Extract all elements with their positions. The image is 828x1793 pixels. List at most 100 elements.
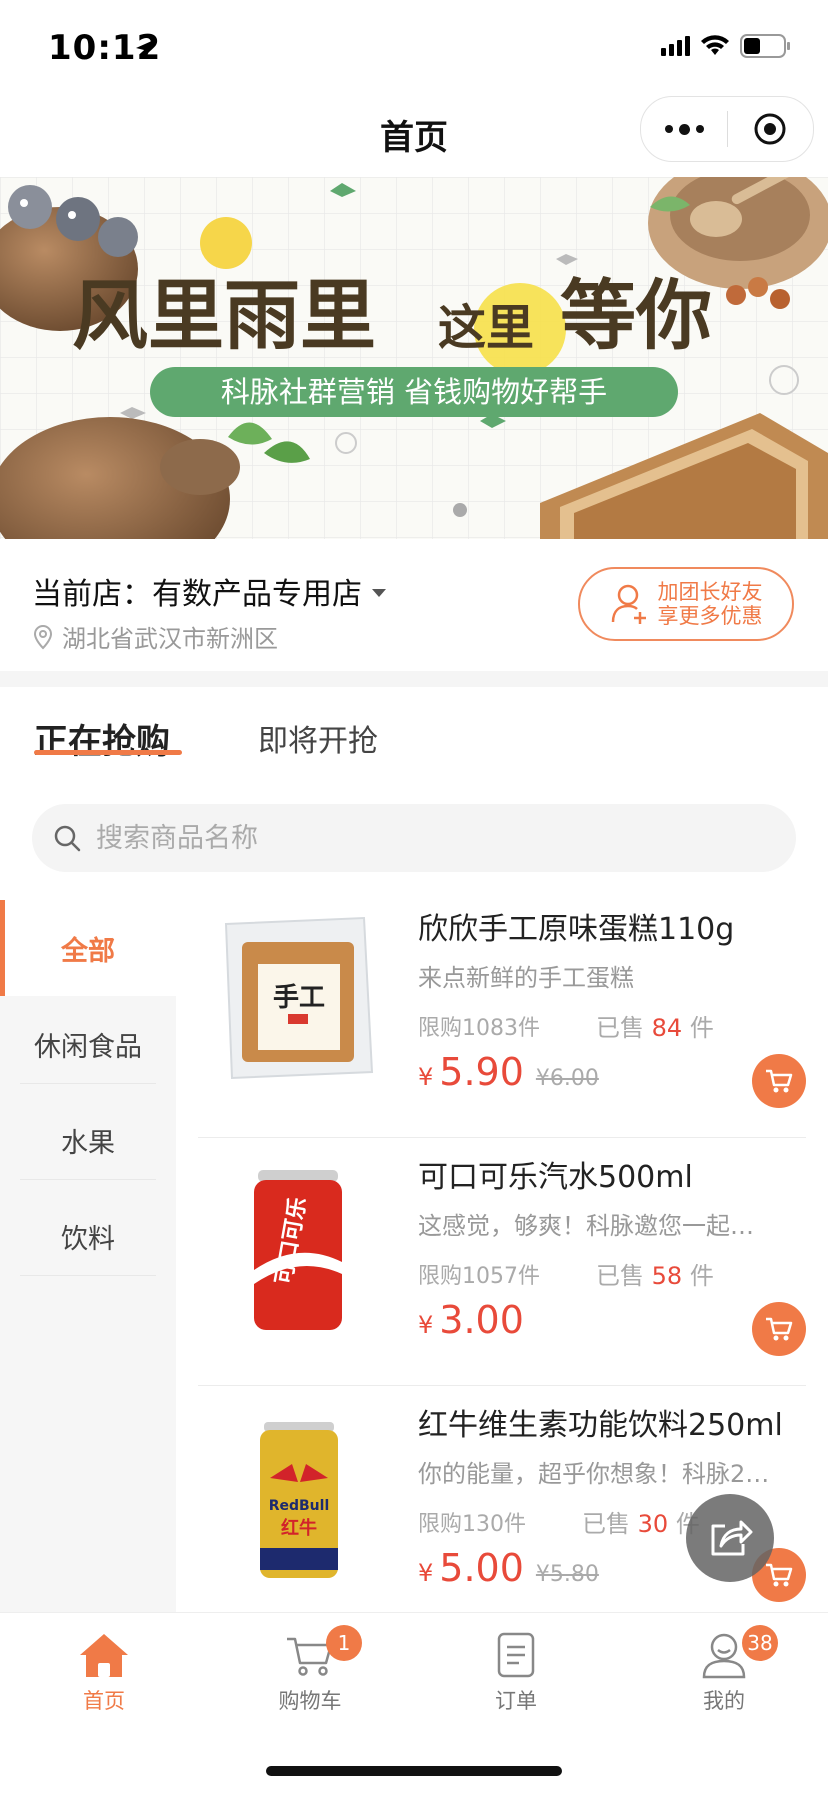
product-desc: 这感觉，够爽！科脉邀您一起…: [418, 1212, 754, 1240]
banner-headline-a: 风里雨里: [72, 271, 376, 360]
more-dot-icon: [664, 125, 673, 133]
category-all[interactable]: 全部: [0, 900, 176, 996]
category-fruit[interactable]: 水果: [0, 1092, 176, 1188]
category-divider: [20, 1083, 156, 1084]
home-indicator: [266, 1766, 562, 1776]
redbull-cn-text: 红牛: [281, 1517, 317, 1539]
home-icon: [80, 1634, 128, 1677]
store-selector[interactable]: 当前店： 有数产品专用店: [32, 569, 386, 613]
sold-count: 58: [651, 1262, 683, 1290]
product-title: 欣欣手工原味蛋糕110g: [418, 912, 735, 947]
product-item[interactable]: 可口可乐 可口可乐汽水500ml 这感觉，够爽！科脉邀您一起… 限购1057件 …: [198, 1138, 806, 1386]
share-icon: [711, 1520, 753, 1556]
category-label: 水果: [61, 1127, 115, 1159]
cart-badge: 1: [326, 1625, 362, 1661]
cake-label-text: 手工: [273, 983, 325, 1013]
section-divider: [0, 671, 828, 687]
tab-on-sale[interactable]: 正在抢购: [34, 714, 170, 763]
product-price: ¥5.00 ¥5.80: [418, 1546, 599, 1590]
add-to-cart-button[interactable]: [752, 1302, 806, 1356]
category-divider: [20, 1179, 156, 1180]
address-text: 湖北省武汉市新洲区: [62, 625, 278, 653]
chevron-down-icon: [372, 589, 386, 597]
search-bar[interactable]: [32, 804, 796, 872]
original-price: ¥6.00: [535, 1066, 599, 1091]
product-limit: 限购130件: [418, 1512, 526, 1537]
tab-label: 购物车: [278, 1689, 342, 1713]
cart-icon: [766, 1069, 793, 1093]
wifi-icon: [701, 35, 729, 55]
join-line-1: 加团长好友: [657, 580, 763, 604]
tab-active-indicator: [34, 750, 182, 755]
category-label: 休闲食品: [34, 1031, 142, 1063]
tab-label: 我的: [703, 1689, 745, 1713]
promo-banner[interactable]: 风里雨里 这里 等你 科脉社群营销 省钱购物好帮手: [0, 177, 828, 539]
search-input[interactable]: [94, 821, 738, 855]
product-image-cola: 可口可乐: [254, 1170, 342, 1330]
banner-slogan: 科脉社群营销 省钱购物好帮手: [221, 375, 607, 409]
sold-suffix: 件: [689, 1014, 714, 1042]
banner-art: 风里雨里 这里 等你 科脉社群营销 省钱购物好帮手: [0, 177, 828, 539]
original-price: ¥5.80: [535, 1562, 599, 1587]
tab-label: 订单: [495, 1689, 537, 1713]
product-sold: 已售 58 件: [596, 1256, 714, 1291]
target-close-icon: [754, 113, 786, 145]
product-image-redbull: RedBull 红牛: [260, 1422, 338, 1578]
tab-cart[interactable]: 购物车 1: [240, 1625, 380, 1731]
product-item[interactable]: 手工 欣欣手工原味蛋糕110g 来点新鲜的手工蛋糕 限购1083件 已售 84 …: [198, 890, 806, 1138]
join-leader-button[interactable]: 加团长好友 享更多优惠: [578, 567, 794, 641]
sold-prefix: 已售: [582, 1510, 630, 1538]
join-leader-text: 加团长好友 享更多优惠: [658, 580, 763, 628]
cart-icon: [766, 1563, 793, 1587]
category-drinks[interactable]: 饮料: [0, 1188, 176, 1284]
category-divider: [20, 1275, 156, 1276]
category-label: 全部: [61, 935, 115, 967]
battery-icon: [740, 34, 790, 58]
add-friend-icon: [611, 584, 646, 624]
more-button[interactable]: [641, 97, 727, 161]
product-sold: 已售 84 件: [596, 1008, 714, 1043]
status-bar: 10:12: [0, 0, 828, 96]
product-limit: 限购1083件: [418, 1016, 540, 1041]
search-icon: [54, 825, 81, 852]
product-title: 可口可乐汽水500ml: [418, 1160, 693, 1195]
banner-headline-c: 等你: [560, 271, 712, 360]
category-snacks[interactable]: 休闲食品: [0, 996, 176, 1092]
product-limit: 限购1057件: [418, 1264, 540, 1289]
miniprogram-capsule: [640, 96, 814, 162]
status-indicators: [661, 34, 792, 58]
currency-symbol: ¥: [418, 1559, 434, 1587]
category-label: 饮料: [61, 1223, 115, 1255]
store-info: 当前店： 有数产品专用店 湖北省武汉市新洲区 加团长好友 享更多优惠: [0, 539, 828, 671]
sold-count: 84: [651, 1014, 683, 1042]
tab-profile[interactable]: 我的 38: [654, 1625, 794, 1731]
store-label: 当前店：: [32, 577, 152, 612]
product-title: 红牛维生素功能饮料250ml: [418, 1408, 783, 1443]
location-arrow-icon: [136, 40, 154, 58]
tab-orders[interactable]: 订单: [446, 1631, 586, 1731]
price-value: 5.00: [439, 1546, 524, 1590]
tab-label: 首页: [83, 1689, 125, 1713]
sold-suffix: 件: [689, 1262, 714, 1290]
store-name: 有数产品专用店: [152, 577, 362, 612]
more-dot-icon: [695, 125, 704, 133]
order-icon: [497, 1632, 535, 1678]
redbull-label-text: RedBull: [269, 1498, 330, 1514]
product-image-cake: 手工: [224, 916, 374, 1080]
category-sidebar: 全部 休闲食品 水果 饮料: [0, 900, 176, 1612]
store-address: 湖北省武汉市新洲区: [32, 619, 278, 654]
price-value: 5.90: [439, 1050, 524, 1094]
add-to-cart-button[interactable]: [752, 1054, 806, 1108]
tab-home[interactable]: 首页: [34, 1631, 174, 1731]
cart-icon: [766, 1317, 793, 1341]
signal-icon: [661, 36, 690, 56]
category-active-indicator: [0, 900, 5, 996]
product-desc: 来点新鲜的手工蛋糕: [418, 964, 634, 992]
location-pin-icon: [33, 624, 53, 649]
tab-upcoming[interactable]: 即将开抢: [258, 716, 378, 760]
share-button[interactable]: [686, 1494, 774, 1582]
close-miniprogram-button[interactable]: [728, 97, 812, 161]
more-dot-icon: [678, 123, 690, 135]
profile-badge: 38: [742, 1625, 778, 1661]
product-price: ¥3.00: [418, 1298, 536, 1342]
